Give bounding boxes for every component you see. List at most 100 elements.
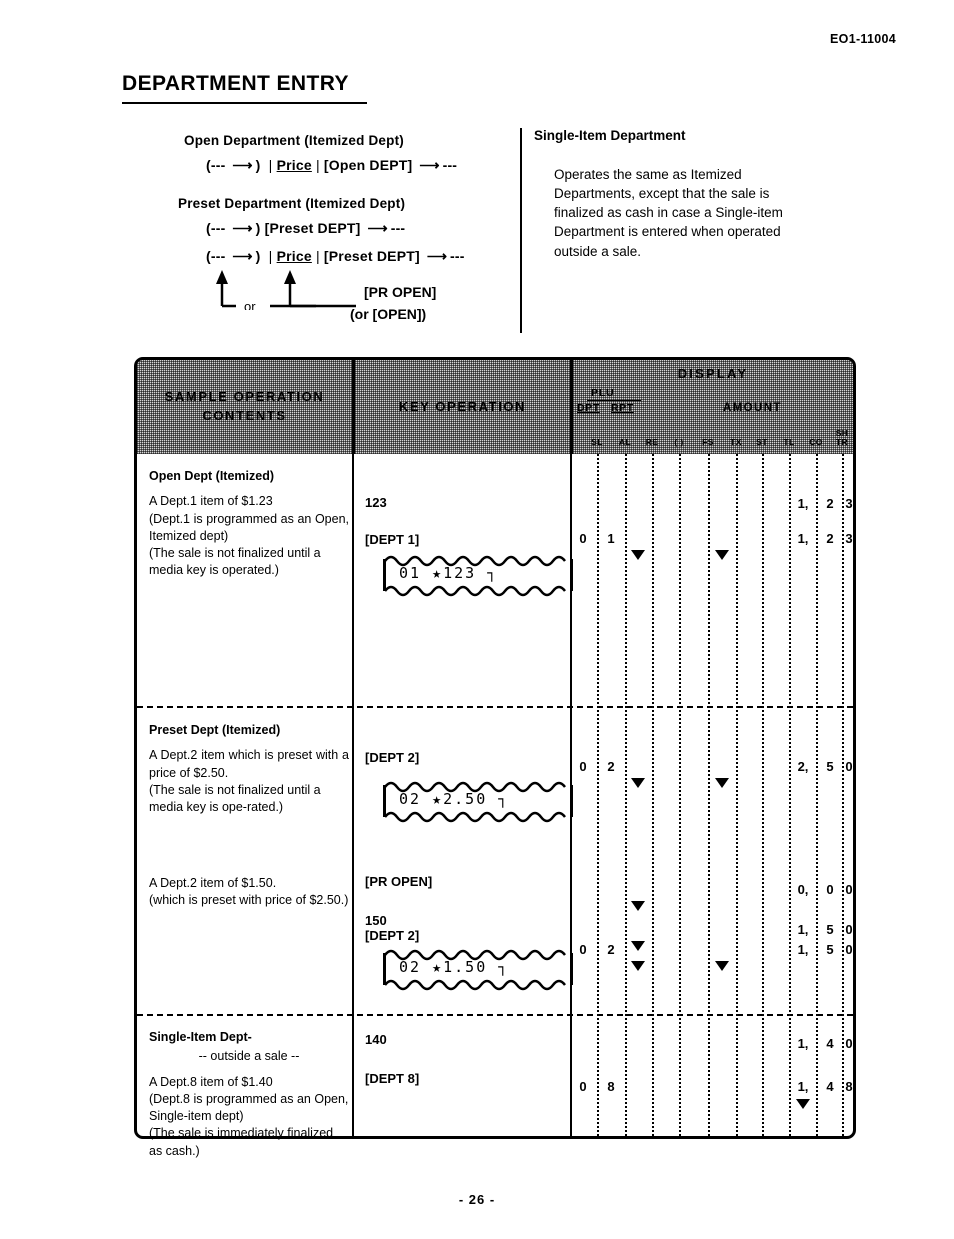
row-1-amount-digit: 3 [845, 531, 853, 546]
receipt-edge [570, 953, 573, 985]
open-dept-price-label: Price [276, 157, 312, 173]
entry-diagram: Open Department (Itemized Dept) (--- ⟶ )… [122, 128, 832, 333]
header-separator [352, 360, 355, 454]
row-1-title: Open Dept (Itemized) [149, 469, 275, 483]
row-1-amount-digit: 1, [797, 531, 809, 546]
receipt-edge [383, 953, 386, 985]
open-dept-heading: Open Department (Itemized Dept) [184, 133, 404, 148]
svg-text:or: or [244, 299, 256, 310]
row-3-amount-digit: 0 [845, 1036, 853, 1051]
row-2b-amount-digit: 0 [845, 882, 853, 897]
single-item-body: Operates the same as Itemized Department… [554, 167, 783, 259]
row-2b-amount-digit: 1, [797, 942, 809, 957]
row-2b-amount-digit: 0, [797, 882, 809, 897]
preset-branch-connector: or [216, 270, 356, 310]
header-flag-row: SL AL RE ( ) FS TX ST TL CO SH TR [573, 426, 853, 454]
row-3-sample-contents: Single-Item Dept- -- outside a sale -- A… [149, 1029, 349, 1160]
open-dept-paren: ) [255, 157, 261, 173]
row-2b-desc-2: (which is preset with price of $2.50.) [149, 893, 349, 908]
row-3-rpt: 8 [607, 1079, 615, 1094]
row-2-key-operation: [DEPT 2] 02 ★2.50 ┐ [365, 750, 573, 823]
row-3-key-operation: 140 [DEPT 8] [365, 1032, 565, 1086]
row-2-key-operation-b: [PR OPEN] 150 [DEPT 2] 02 ★1.50 ┐ [365, 874, 573, 991]
row-2b-key-2: 150 [365, 913, 387, 928]
receipt-edge [383, 785, 386, 817]
flag-st: ST [756, 437, 768, 447]
flag-sh-tr: SH TR [835, 428, 849, 447]
row-2-amount-digit: 2, [797, 759, 809, 774]
diagram-divider [520, 128, 522, 333]
row-2-marker-re [631, 778, 645, 788]
row-2-marker-st [715, 778, 729, 788]
row-1-desc-2: (Dept.1 is programmed as an Open, Itemiz… [149, 511, 349, 543]
row-2b-amount-digit: 1, [797, 922, 809, 937]
row-2-rpt: 2 [607, 759, 615, 774]
row-2-desc-2: (The sale is not finalized until a media… [149, 782, 321, 814]
row-1-desc-3: (The sale is not finalized until a media… [149, 546, 321, 578]
receipt-edge [570, 559, 573, 591]
header-display: DISPLAY [677, 365, 749, 381]
document-code: EO1-11004 [830, 32, 896, 46]
row-1-key-operation: 123 [DEPT 1] 01 ★123 ┐ [365, 495, 573, 597]
display-guide [679, 454, 681, 1136]
row-1-rpt: 1 [607, 531, 615, 546]
operation-table: SAMPLE OPERATION CONTENTS KEY OPERATION … [134, 357, 856, 1158]
receipt-edge [383, 559, 386, 591]
flag-paren: ( ) [674, 437, 684, 447]
pr-open-label: [PR OPEN] [364, 284, 437, 300]
row-2b-marker-re-1 [631, 901, 645, 911]
row-2b-amount-digit: 0 [845, 942, 853, 957]
receipt-edge [570, 785, 573, 817]
row-2b-dpt: 0 [579, 942, 587, 957]
row-3-amount-digit: 1, [797, 1036, 809, 1051]
row-2-amount-digit: 0 [845, 759, 853, 774]
row-1-desc-1: A Dept.1 item of $1.23 [149, 494, 273, 509]
open-dept-prefix: (--- [206, 157, 226, 173]
row-3-key-1: 140 [365, 1032, 387, 1047]
flag-tl: TL [783, 437, 795, 447]
row-2b-desc-1: A Dept.2 item of $1.50. [149, 876, 277, 890]
page-number: - 26 - [458, 1192, 496, 1207]
row-2-sample-contents: Preset Dept (Itemized) A Dept.2 item whi… [149, 722, 349, 816]
row-2-dpt: 0 [579, 759, 587, 774]
row-3-marker-tl [796, 1099, 810, 1109]
row-3-desc-3: (The sale is immediately finalized as ca… [149, 1126, 334, 1158]
display-guide [789, 454, 791, 1136]
row-2b-amount-digit: 0 [845, 922, 853, 937]
single-item-heading: Single-Item Department [534, 128, 686, 143]
pipe-separator: | [264, 157, 273, 173]
row-3-amount-digit: 4 [826, 1036, 834, 1051]
display-guide [736, 454, 738, 1136]
row-separator [137, 706, 853, 708]
title-underline [122, 102, 367, 104]
header-dpt: DPT [577, 402, 600, 414]
row-1-receipt-text: 01 ★123 ┐ [399, 564, 499, 582]
row-2b-amount-digit: 5 [826, 942, 834, 957]
flag-co: CO [809, 437, 823, 447]
pipe-separator: | [315, 157, 320, 173]
row-3-subtitle: -- outside a sale -- [198, 1049, 300, 1064]
flag-al: AL [618, 437, 632, 447]
row-1-receipt: 01 ★123 ┐ [383, 553, 573, 597]
document-page: EO1-11004 DEPARTMENT ENTRY Open Departme… [0, 0, 954, 1239]
table-body: Open Dept (Itemized) A Dept.1 item of $1… [137, 454, 853, 1158]
row-1-key-1: 123 [365, 495, 387, 510]
plu-underline [587, 400, 641, 401]
row-2b-receipt: 02 ★1.50 ┐ [383, 947, 573, 991]
open-dept-suffix: --- [442, 157, 458, 173]
preset-dept-heading: Preset Department (Itemized Dept) [178, 196, 406, 211]
row-3-desc-1: A Dept.8 item of $1.40 [149, 1074, 273, 1089]
header-plu: PLU [591, 387, 615, 399]
display-guide [625, 454, 627, 1136]
row-3-amount-digit: 8 [845, 1079, 853, 1094]
row-2b-receipt-text: 02 ★1.50 ┐ [399, 958, 510, 976]
row-2-receipt-text: 02 ★2.50 ┐ [399, 790, 510, 808]
row-3-dpt: 0 [579, 1079, 587, 1094]
header-plu-row: PLU DPT RPT AMOUNT [573, 386, 853, 426]
preset-line1-key-label: [Preset DEPT] [264, 220, 361, 236]
flag-sl: SL [591, 437, 603, 447]
row-separator [137, 1014, 853, 1016]
row-2-amount-digit: 5 [826, 759, 834, 774]
display-guide [597, 454, 599, 1136]
arrow-right-icon: ⟶ [229, 157, 252, 173]
